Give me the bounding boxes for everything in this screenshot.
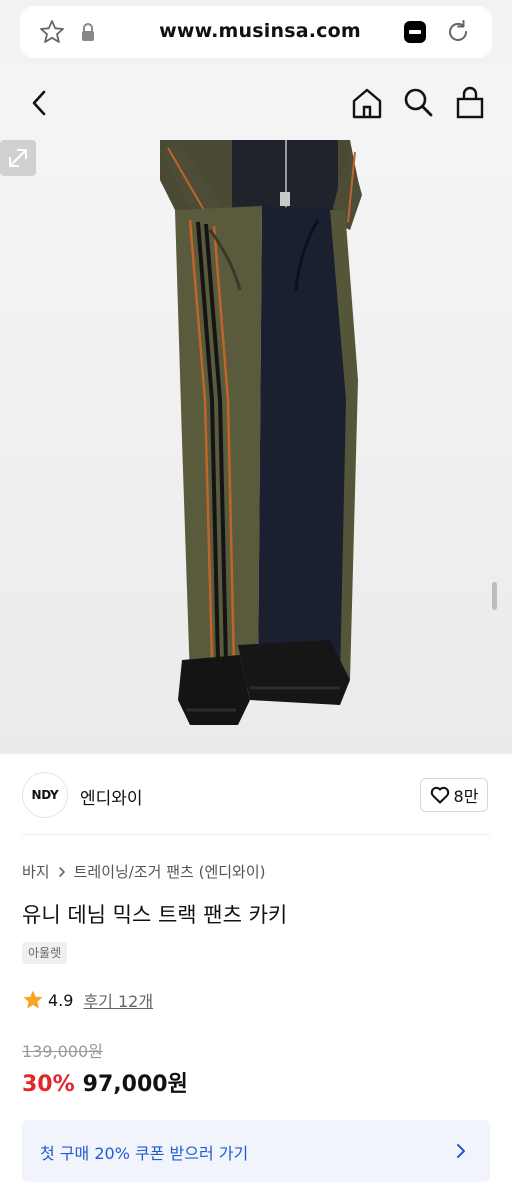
like-count: 8만 <box>453 787 479 806</box>
breadcrumb-subcategory[interactable]: 트레이닝/조거 팬츠 (엔디와이) <box>74 861 266 882</box>
site-logo-icon[interactable] <box>404 21 426 43</box>
bag-icon[interactable] <box>454 86 486 120</box>
browser-bar: www.musinsa.com <box>0 0 512 64</box>
breadcrumb: 바지 트레이닝/조거 팬츠 (엔디와이) <box>22 861 266 882</box>
coupon-banner[interactable]: 첫 구매 20% 쿠폰 받으러 가기 <box>22 1120 490 1182</box>
rating-row: 4.9 후기 12개 <box>22 988 153 1012</box>
reload-icon[interactable] <box>444 18 472 46</box>
search-icon[interactable] <box>402 86 434 118</box>
brand-name[interactable]: 엔디와이 <box>80 784 143 809</box>
expand-icon[interactable] <box>0 140 36 176</box>
divider <box>22 834 490 835</box>
rating-value: 4.9 <box>48 990 74 1010</box>
product-title: 유니 데님 믹스 트랙 팬츠 카키 <box>22 903 288 927</box>
original-price: 139,000원 <box>22 1042 103 1061</box>
chevron-right-icon <box>457 1144 465 1158</box>
lock-icon <box>82 23 94 41</box>
sale-price: 97,000원 <box>82 1072 188 1097</box>
chevron-right-icon <box>58 866 65 877</box>
url-text[interactable]: www.musinsa.com <box>120 20 400 42</box>
brand-logo[interactable]: NDY <box>22 772 68 818</box>
app-header <box>0 64 512 140</box>
home-icon[interactable] <box>350 86 384 120</box>
brand-logo-text: NDY <box>31 788 59 802</box>
breadcrumb-category[interactable]: 바지 <box>22 861 50 882</box>
star-rating-icon <box>23 990 43 1009</box>
product-photo <box>160 140 362 725</box>
like-button[interactable]: 8만 <box>420 778 488 812</box>
discount-rate: 30% <box>22 1072 75 1097</box>
price-row: 30% 97,000원 <box>22 1066 188 1098</box>
heart-icon <box>430 786 449 804</box>
coupon-text: 첫 구매 20% 쿠폰 받으러 가기 <box>40 1144 249 1163</box>
review-link[interactable]: 후기 12개 <box>83 988 153 1012</box>
outlet-badge: 아울렛 <box>22 942 68 964</box>
address-bar[interactable]: www.musinsa.com <box>20 6 492 58</box>
brand-row: NDY 엔디와이 8만 <box>0 754 512 836</box>
back-icon[interactable] <box>26 88 54 118</box>
star-icon[interactable] <box>38 18 66 46</box>
image-scroll-indicator <box>492 582 497 610</box>
product-image[interactable] <box>0 140 512 754</box>
